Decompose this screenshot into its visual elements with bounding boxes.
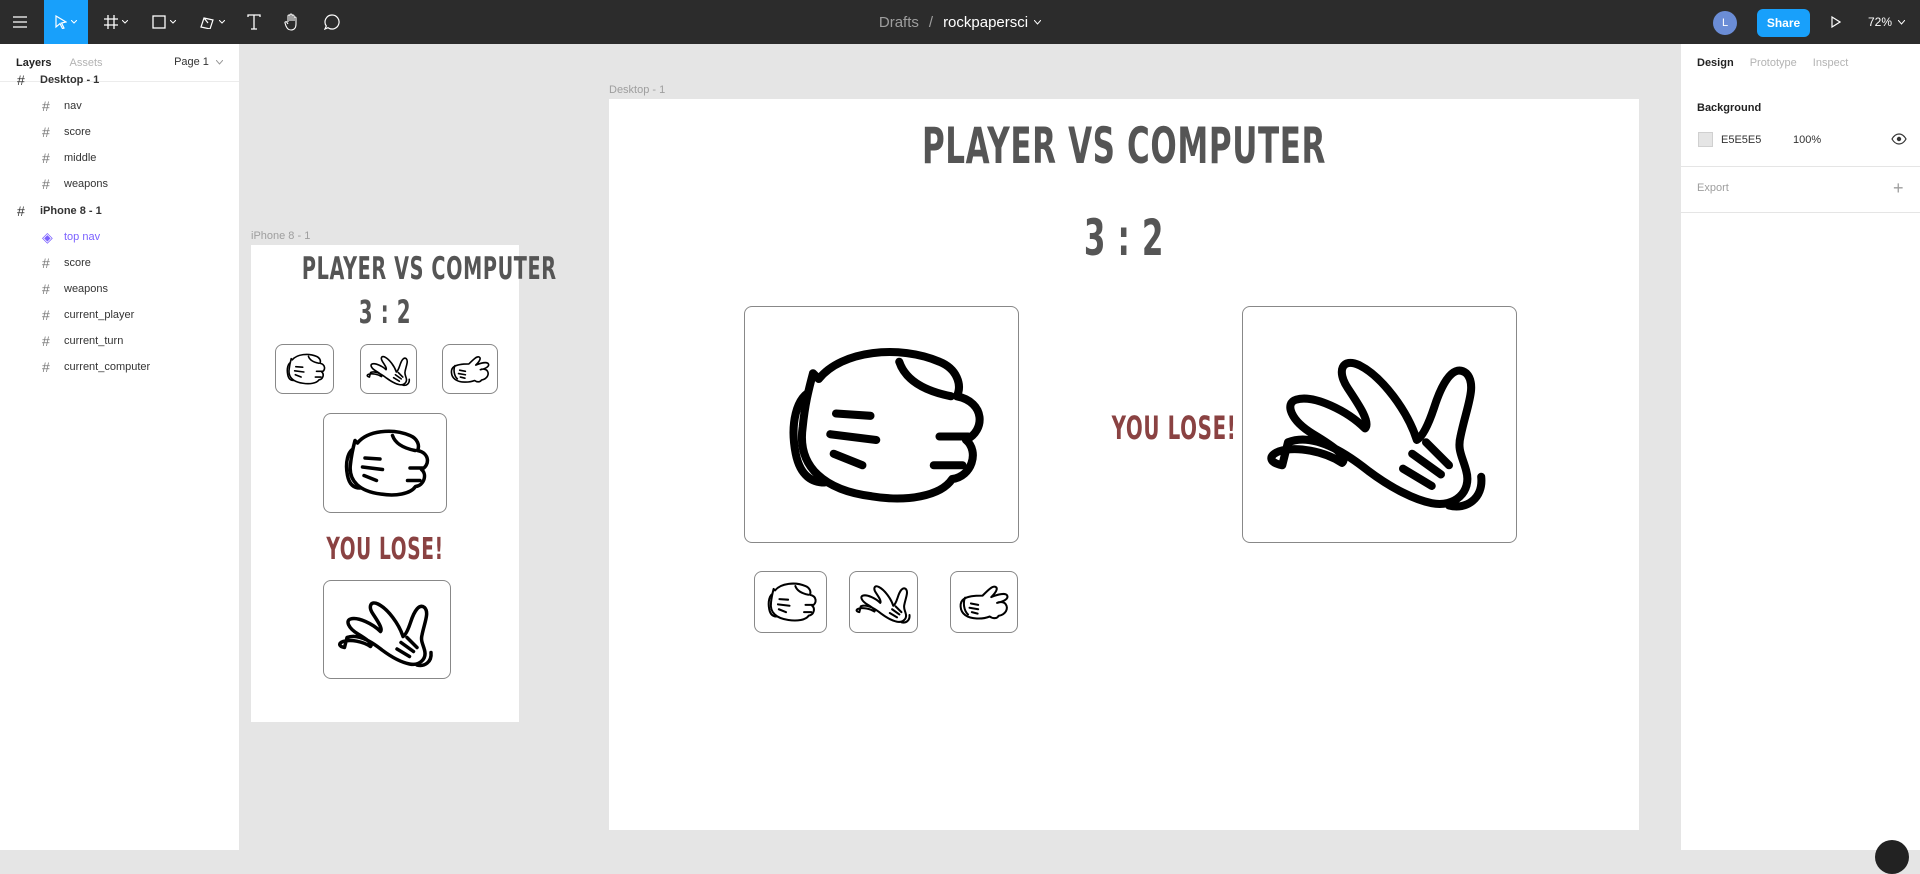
pen-tool-button[interactable] <box>192 0 232 44</box>
layer-row[interactable]: # current_computer <box>0 353 240 381</box>
background-color-swatch[interactable] <box>1698 132 1713 147</box>
hand-tool-icon[interactable] <box>278 0 306 44</box>
layer-label: weapons <box>64 283 109 295</box>
layer-row[interactable]: # Desktop - 1 <box>0 66 240 94</box>
frame-icon: # <box>17 203 25 219</box>
shape-tool-icon <box>152 15 166 29</box>
share-button[interactable]: Share <box>1757 9 1810 37</box>
layer-label: Desktop - 1 <box>40 74 100 86</box>
frame-icon: # <box>17 72 25 88</box>
background-section-title: Background <box>1697 102 1762 114</box>
chevron-down-icon[interactable] <box>1034 19 1042 25</box>
divider <box>1681 212 1920 213</box>
frame-icon: # <box>42 359 50 375</box>
frame-icon: # <box>42 307 50 323</box>
layer-row[interactable]: # score <box>0 249 240 277</box>
shape-tool-button[interactable] <box>144 0 184 44</box>
layer-row[interactable]: # nav <box>0 92 240 120</box>
layer-row[interactable]: ◈ top nav <box>0 223 240 251</box>
layer-label: score <box>64 257 91 269</box>
layer-label: current_player <box>64 309 135 321</box>
desktop-frame-label[interactable]: Desktop - 1 <box>609 84 665 96</box>
chevron-down-icon <box>215 59 224 65</box>
tab-prototype[interactable]: Prototype <box>1750 57 1797 69</box>
frame-icon: # <box>42 124 50 140</box>
help-button[interactable] <box>1875 840 1909 874</box>
add-export-icon[interactable]: + <box>1893 178 1904 199</box>
frame-tool-button[interactable] <box>96 0 136 44</box>
layer-row[interactable]: # weapons <box>0 275 240 303</box>
eye-icon[interactable] <box>1891 133 1907 145</box>
zoom-dropdown[interactable]: 72% <box>1868 0 1906 44</box>
comment-tool-icon[interactable] <box>318 0 346 44</box>
iphone-score: 3 : 2 <box>358 293 412 331</box>
desktop-frame[interactable]: PLAYER VS COMPUTER 3 : 2 YOU LOSE! <box>609 99 1639 830</box>
frame-icon: # <box>42 255 50 271</box>
zoom-label: 72% <box>1868 15 1893 29</box>
layer-label: top nav <box>64 231 101 243</box>
chevron-down-icon <box>1898 19 1906 25</box>
layer-label: weapons <box>64 178 109 190</box>
file-name[interactable]: rockpapersci <box>943 14 1028 31</box>
frame-tool-icon <box>104 15 118 29</box>
pen-tool-icon <box>200 17 214 29</box>
avatar[interactable]: L <box>1713 11 1737 35</box>
frame-icon: # <box>42 150 50 166</box>
iphone-current-player <box>323 413 447 513</box>
menu-icon[interactable] <box>6 0 34 44</box>
frame-icon: # <box>42 333 50 349</box>
desktop-weapon-paper[interactable] <box>849 571 918 633</box>
desktop-score: 3 : 2 <box>1083 209 1165 267</box>
desktop-weapon-scissors[interactable] <box>950 571 1018 633</box>
frame-icon: # <box>42 98 50 114</box>
layers-panel: Layers Assets Page 1 # Desktop - 1 # nav # sc… <box>0 44 240 850</box>
iphone-frame-label[interactable]: iPhone 8 - 1 <box>251 230 310 242</box>
layer-row[interactable]: # iPhone 8 - 1 <box>0 197 240 225</box>
layer-label: iPhone 8 - 1 <box>40 205 102 217</box>
tab-inspect[interactable]: Inspect <box>1813 57 1848 69</box>
layer-label: current_computer <box>64 361 151 373</box>
layer-label: nav <box>64 100 82 112</box>
divider <box>1681 166 1920 167</box>
iphone-weapon-scissors[interactable] <box>442 344 498 394</box>
move-tool-icon <box>55 15 67 29</box>
component-icon: ◈ <box>42 228 53 245</box>
desktop-current-player <box>744 306 1019 543</box>
breadcrumb-separator: / <box>928 13 934 31</box>
design-canvas[interactable]: iPhone 8 - 1 PLAYER VS COMPUTER 3 : 2 YO… <box>241 44 1680 850</box>
properties-panel: Design Prototype Inspect Background E5E5… <box>1680 44 1920 850</box>
present-icon[interactable] <box>1824 0 1848 44</box>
iphone-weapon-paper[interactable] <box>360 344 417 394</box>
iphone-result: YOU LOSE! <box>326 532 444 567</box>
layer-row[interactable]: # weapons <box>0 170 240 198</box>
layer-row[interactable]: # score <box>0 118 240 146</box>
frame-icon: # <box>42 176 50 192</box>
iphone-frame[interactable]: PLAYER VS COMPUTER 3 : 2 YOU LOSE! <box>251 245 557 722</box>
background-opacity-input[interactable]: 100% <box>1793 134 1821 146</box>
export-section-title: Export <box>1697 182 1729 194</box>
desktop-current-computer <box>1242 306 1517 543</box>
move-tool-button[interactable] <box>44 0 88 44</box>
background-hex-input[interactable]: E5E5E5 <box>1721 134 1761 146</box>
iphone-title: PLAYER VS COMPUTER <box>301 251 557 287</box>
layer-label: score <box>64 126 91 138</box>
text-tool-icon[interactable] <box>240 0 268 44</box>
frame-icon: # <box>42 281 50 297</box>
iphone-weapon-rock[interactable] <box>275 344 334 394</box>
layer-row[interactable]: # middle <box>0 144 240 172</box>
desktop-weapon-rock[interactable] <box>754 571 827 633</box>
properties-tabs: Design Prototype Inspect <box>1681 44 1920 82</box>
top-toolbar: Drafts / rockpapersci L Share 72% <box>0 0 1920 44</box>
layer-row[interactable]: # current_turn <box>0 327 240 355</box>
layer-row[interactable]: # current_player <box>0 301 240 329</box>
layer-label: current_turn <box>64 335 124 347</box>
layer-label: middle <box>64 152 97 164</box>
tab-design[interactable]: Design <box>1697 57 1734 69</box>
breadcrumb-drafts[interactable]: Drafts <box>879 14 919 31</box>
iphone-current-computer <box>323 580 451 679</box>
desktop-title: PLAYER VS COMPUTER <box>921 117 1327 175</box>
